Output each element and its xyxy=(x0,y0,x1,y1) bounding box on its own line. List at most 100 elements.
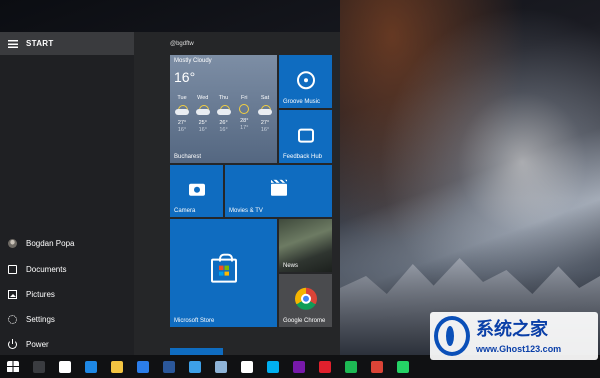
computer-icon xyxy=(215,360,227,373)
forecast-day-label: Fri xyxy=(241,95,248,101)
movies-tv-tile[interactable]: Movies & TV xyxy=(225,165,332,217)
camera-tile[interactable]: Camera xyxy=(170,165,223,217)
forecast-high: 26° xyxy=(219,120,228,126)
start-left-column xyxy=(0,32,134,355)
forecast-day-label: Thu xyxy=(218,95,229,101)
taskbar-button[interactable] xyxy=(312,355,338,378)
chrome-icon xyxy=(371,360,383,373)
taskbar-button[interactable] xyxy=(338,355,364,378)
taskbar-apps xyxy=(26,355,416,378)
pictures-label: Pictures xyxy=(26,289,55,299)
start-menu: START Bogdan Popa Documents Pictures Set… xyxy=(0,32,340,355)
cloud-icon xyxy=(174,104,190,116)
opera-icon xyxy=(319,360,331,373)
cloud-icon xyxy=(195,104,211,116)
forecast-low: 17° xyxy=(240,125,249,131)
pictures-item[interactable]: Pictures xyxy=(0,283,134,305)
cloud-icon xyxy=(257,104,273,116)
groove-music-icon xyxy=(296,70,315,89)
tile-label: Google Chrome xyxy=(283,318,326,324)
s-app-icon xyxy=(241,360,253,373)
user-name: Bogdan Popa xyxy=(26,238,75,248)
taskbar-button[interactable] xyxy=(182,355,208,378)
pictures-icon xyxy=(8,289,17,299)
store-icon xyxy=(210,253,237,283)
taskbar-button[interactable] xyxy=(390,355,416,378)
app-icon xyxy=(189,360,201,373)
windows-icon xyxy=(7,360,19,373)
power-icon xyxy=(8,338,17,349)
cloud-icon xyxy=(216,104,232,116)
documents-item[interactable]: Documents xyxy=(0,258,134,280)
forecast-low: 16° xyxy=(219,127,228,133)
taskbar-button[interactable] xyxy=(130,355,156,378)
hamburger-menu-icon[interactable] xyxy=(8,39,18,48)
taskbar-button[interactable] xyxy=(104,355,130,378)
tile-label: Microsoft Store xyxy=(174,318,215,324)
user-account-item[interactable]: Bogdan Popa xyxy=(0,232,134,254)
tile-label: Groove Music xyxy=(283,99,321,105)
forecast-low: 16° xyxy=(260,127,270,133)
taskbar-button[interactable] xyxy=(208,355,234,378)
camera-icon xyxy=(188,183,205,196)
weather-forecast: Tue 27° 16° Wed 25° 16° Thu 26° 16° Fri … xyxy=(172,95,275,133)
skype-icon xyxy=(267,360,279,373)
tile-label: Movies & TV xyxy=(229,208,263,214)
tile-group-header[interactable]: @bgdftw xyxy=(170,41,194,47)
news-tile[interactable]: News xyxy=(279,219,332,272)
taskbar-button[interactable] xyxy=(286,355,312,378)
feedback-hub-tile[interactable]: Feedback Hub xyxy=(279,110,332,163)
forecast-low: 16° xyxy=(198,127,207,133)
whatsapp-icon xyxy=(397,360,409,373)
forecast-low: 16° xyxy=(177,127,187,133)
power-label: Power xyxy=(26,339,49,349)
store-icon xyxy=(137,360,149,373)
weather-temperature: 16° xyxy=(174,69,196,85)
google-chrome-tile[interactable]: Google Chrome xyxy=(279,274,332,327)
forecast-day: Tue 27° 16° xyxy=(172,95,192,133)
forecast-day: Thu 26° 16° xyxy=(214,95,234,133)
file-explorer-icon xyxy=(111,360,123,373)
partial-tile[interactable] xyxy=(170,348,223,355)
forecast-day-label: Tue xyxy=(177,95,187,101)
weather-condition: Mostly Cloudy xyxy=(174,58,212,64)
tile-label: Camera xyxy=(174,208,196,214)
mail-icon xyxy=(59,360,71,373)
forecast-high: 25° xyxy=(198,120,207,126)
taskbar-button[interactable] xyxy=(156,355,182,378)
power-item[interactable]: Power xyxy=(0,333,134,355)
gear-icon xyxy=(8,314,17,324)
groove-music-tile[interactable]: Groove Music xyxy=(279,55,332,108)
start-button[interactable] xyxy=(0,355,26,378)
avatar xyxy=(8,238,17,248)
settings-label: Settings xyxy=(26,314,55,324)
start-title: START xyxy=(26,39,54,48)
word-icon xyxy=(163,360,175,373)
forecast-day: Wed 25° 16° xyxy=(193,95,213,133)
taskbar-button[interactable] xyxy=(260,355,286,378)
start-header[interactable]: START xyxy=(0,32,134,55)
weather-city: Bucharest xyxy=(174,154,202,160)
spotify-icon xyxy=(345,360,357,373)
taskbar-button[interactable] xyxy=(234,355,260,378)
forecast-high: 27° xyxy=(177,120,187,126)
forecast-high: 28° xyxy=(240,118,249,124)
taskbar-button[interactable] xyxy=(52,355,78,378)
settings-item[interactable]: Settings xyxy=(0,308,134,330)
tile-label: News xyxy=(283,263,299,269)
forecast-day: Sat 27° 16° xyxy=(255,95,275,133)
document-icon xyxy=(8,264,17,274)
forecast-day-label: Wed xyxy=(197,95,209,101)
forecast-high: 27° xyxy=(260,120,270,126)
taskbar-button[interactable] xyxy=(26,355,52,378)
onenote-icon xyxy=(293,360,305,373)
forecast-day: Fri 28° 17° xyxy=(234,95,254,133)
watermark-title: 系统之家 xyxy=(476,319,548,340)
watermark-url: www.Ghost123.com xyxy=(476,344,562,354)
taskbar-button[interactable] xyxy=(78,355,104,378)
microsoft-store-tile[interactable]: Microsoft Store xyxy=(170,219,277,327)
task-view-icon xyxy=(33,360,45,373)
weather-tile[interactable]: Mostly Cloudy 16° Tue 27° 16° Wed 25° 16… xyxy=(170,55,277,163)
taskbar-button[interactable] xyxy=(364,355,390,378)
feedback-hub-icon xyxy=(297,128,314,143)
